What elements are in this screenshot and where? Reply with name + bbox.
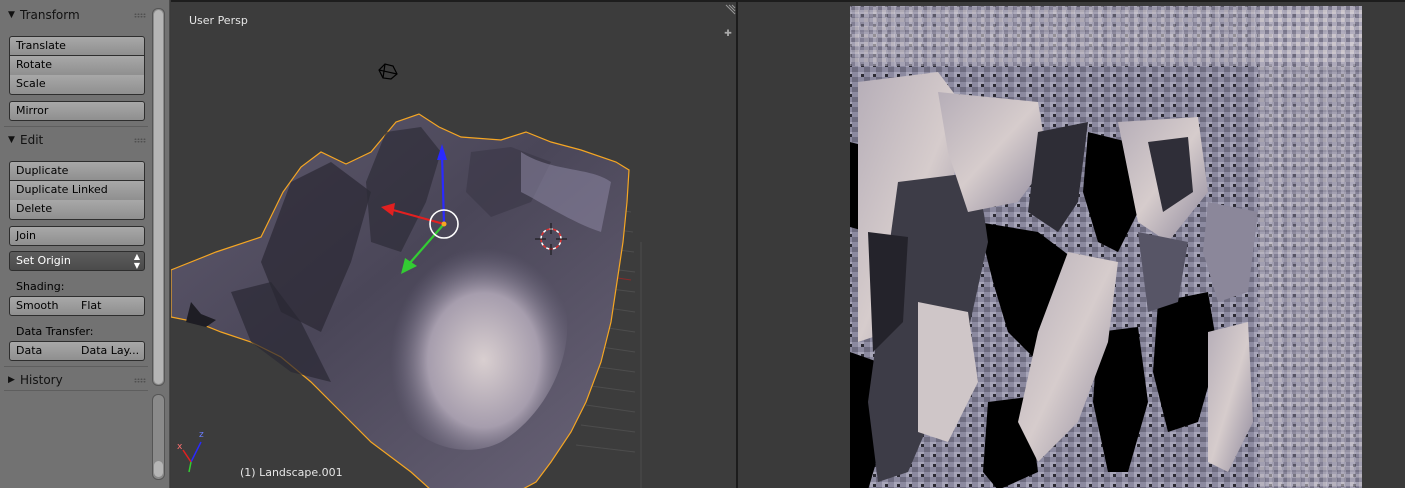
panel-separator	[4, 390, 148, 391]
view-name-label: User Persp	[189, 14, 248, 27]
lower-scrollbar[interactable]	[152, 394, 165, 480]
transform-panel-title: Transform	[20, 8, 80, 22]
tool-shelf-scrollbar[interactable]	[152, 8, 165, 386]
collapse-triangle-icon: ▼	[8, 135, 15, 145]
join-button[interactable]: Join	[9, 226, 145, 246]
scrollbar-thumb[interactable]	[154, 461, 163, 477]
history-panel-title: History	[20, 373, 63, 387]
tool-shelf: ▼ Transform Translate Rotate Scale Mirro…	[0, 0, 170, 488]
area-corner-grip-icon[interactable]	[725, 4, 736, 15]
set-origin-label: Set Origin	[16, 254, 71, 267]
landscape-mesh[interactable]	[171, 113, 630, 488]
scrollbar-thumb[interactable]	[154, 10, 163, 384]
uv-image-editor[interactable]: ✚	[738, 0, 1405, 488]
duplicate-button[interactable]: Duplicate	[9, 161, 145, 181]
rotate-button[interactable]: Rotate	[9, 56, 145, 76]
view-axes-widget	[182, 441, 202, 473]
object-info-label: (1) Landscape.001	[240, 466, 343, 479]
delete-button[interactable]: Delete	[9, 200, 145, 220]
flat-button[interactable]: Flat	[75, 296, 145, 316]
axis-x-label: x	[177, 442, 183, 452]
panel-separator	[4, 366, 148, 367]
mirror-button[interactable]: Mirror	[9, 101, 145, 121]
smooth-button[interactable]: Smooth	[9, 296, 76, 316]
scale-button[interactable]: Scale	[9, 75, 145, 95]
transform-panel-header[interactable]: ▼ Transform	[4, 5, 148, 25]
lamp-object-icon[interactable]	[378, 63, 398, 80]
edit-panel-title: Edit	[20, 133, 44, 147]
3d-viewport[interactable]: User Persp (1) Landscape.001 z x ✚	[171, 0, 736, 488]
drag-grip-icon[interactable]	[134, 138, 146, 143]
drag-grip-icon[interactable]	[134, 13, 146, 18]
object-origin-dot	[441, 221, 447, 227]
drag-grip-icon[interactable]	[134, 378, 146, 383]
edit-panel-header[interactable]: ▼ Edit	[4, 130, 148, 150]
axis-z-label: z	[199, 430, 204, 440]
dropdown-arrows-icon: ▲ ▼	[133, 252, 140, 270]
panel-separator	[4, 126, 148, 127]
split-area-plus-icon[interactable]: ✚	[723, 29, 733, 39]
data-transfer-label: Data Transfer:	[16, 325, 94, 338]
set-origin-dropdown[interactable]: Set Origin ▲ ▼	[9, 251, 145, 271]
history-panel-header[interactable]: ▶ History	[4, 370, 148, 390]
shading-label: Shading:	[16, 280, 65, 293]
expand-triangle-icon: ▶	[8, 375, 15, 385]
data-button[interactable]: Data	[9, 341, 76, 361]
data-layers-button[interactable]: Data Lay...	[75, 341, 145, 361]
duplicate-linked-button[interactable]: Duplicate Linked	[9, 181, 145, 201]
viewport-scene[interactable]	[171, 2, 736, 488]
uv-texture-image[interactable]	[738, 2, 1405, 488]
translate-button[interactable]: Translate	[9, 36, 145, 56]
collapse-triangle-icon: ▼	[8, 10, 15, 20]
